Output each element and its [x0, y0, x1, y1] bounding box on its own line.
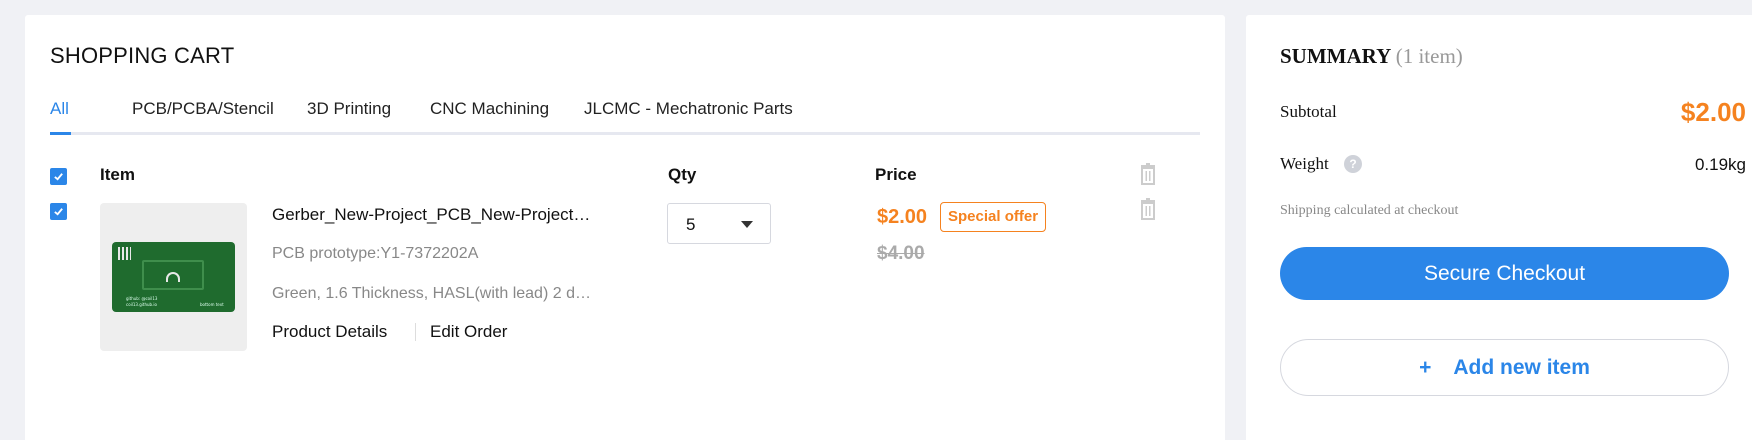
- shipping-note: Shipping calculated at checkout: [1280, 203, 1459, 218]
- tab-cnc-machining[interactable]: CNC Machining: [430, 99, 549, 119]
- qr-code-mark: [118, 247, 131, 260]
- pcb-label-c: bottom text: [200, 302, 224, 307]
- tab-3d-printing[interactable]: 3D Printing: [307, 99, 391, 119]
- subtotal-value: $2.00: [1680, 97, 1746, 127]
- chevron-down-icon: [741, 221, 753, 228]
- item-price: $2.00: [877, 206, 928, 228]
- cart-title: SHOPPING CART: [50, 43, 235, 68]
- tab-pcb-pcba-stencil[interactable]: PCB/PCBA/Stencil: [132, 99, 274, 119]
- product-specs: Green, 1.6 Thickness, HASL(with lead) 2 …: [272, 285, 591, 302]
- special-offer-badge: Special offer: [940, 202, 1047, 232]
- pcb-label-a: github: @coil13: [126, 296, 158, 301]
- product-name[interactable]: Gerber_New-Project_PCB_New-Project_2…: [272, 205, 594, 225]
- check-icon: [54, 173, 63, 181]
- edit-order-link[interactable]: Edit Order: [430, 322, 507, 342]
- tab-all[interactable]: All: [50, 99, 71, 135]
- summary-heading: SUMMARY: [1280, 44, 1391, 68]
- column-header-item: Item: [100, 165, 135, 184]
- weight-label: Weight: [1280, 154, 1329, 173]
- summary-title: SUMMARY (1 item): [1280, 44, 1463, 69]
- quantity-select[interactable]: 5: [667, 203, 771, 244]
- category-tabs: All PCB/PCBA/Stencil 3D Printing CNC Mac…: [50, 99, 1200, 135]
- pcb-mark: [166, 272, 180, 282]
- product-details-link[interactable]: Product Details: [272, 322, 387, 342]
- select-all-checkbox[interactable]: [50, 168, 67, 185]
- add-new-item-button[interactable]: + Add new item: [1280, 339, 1729, 396]
- cart-panel: SHOPPING CART All PCB/PCBA/Stencil 3D Pr…: [25, 15, 1225, 440]
- summary-item-count: (1 item): [1395, 44, 1463, 68]
- summary-panel: SUMMARY (1 item) Subtotal $2.00 Weight ?…: [1246, 15, 1752, 440]
- tab-jlcmc-mechatronic-parts[interactable]: JLCMC - Mechatronic Parts: [584, 99, 793, 119]
- weight-value: 0.19kg: [1694, 155, 1746, 174]
- item-checkbox[interactable]: [50, 203, 67, 220]
- quantity-value: 5: [686, 215, 696, 234]
- column-header-qty: Qty: [668, 165, 697, 184]
- add-new-item-label: Add new item: [1453, 356, 1590, 379]
- original-price: $4.00: [877, 243, 925, 264]
- trash-icon[interactable]: [1138, 163, 1158, 185]
- pcb-label-b: coil13.github.io: [126, 302, 157, 307]
- check-icon: [54, 208, 63, 216]
- subtotal-label: Subtotal: [1280, 102, 1337, 121]
- product-prototype: PCB prototype:Y1-7372202A: [272, 245, 479, 262]
- trash-icon[interactable]: [1138, 198, 1158, 220]
- plus-icon: +: [1419, 356, 1432, 379]
- pcb-image: github: @coil13 coil13.github.io bottom …: [112, 242, 235, 312]
- column-header-price: Price: [875, 165, 917, 184]
- help-icon[interactable]: ?: [1344, 155, 1362, 173]
- link-divider: [415, 323, 416, 341]
- secure-checkout-button[interactable]: Secure Checkout: [1280, 247, 1729, 300]
- product-thumbnail[interactable]: github: @coil13 coil13.github.io bottom …: [100, 203, 247, 351]
